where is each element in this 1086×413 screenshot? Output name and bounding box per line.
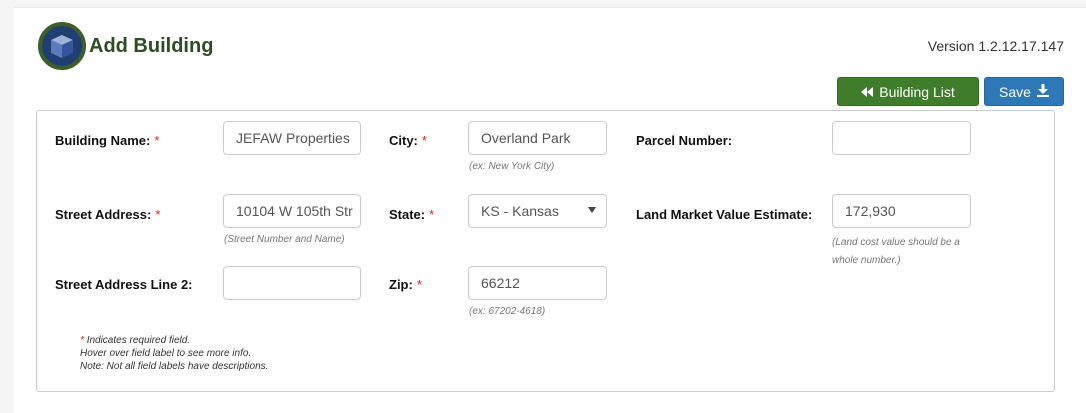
zip-label-text: Zip: [389, 277, 413, 292]
descriptions-note: Note: Not all field labels have descript… [80, 361, 269, 372]
city-help: (ex: New York City) [469, 161, 555, 172]
building-logo-icon [38, 22, 86, 70]
double-chevron-left-icon [861, 84, 874, 100]
save-button[interactable]: Save [984, 77, 1064, 106]
street-address-help: (Street Number and Name) [224, 234, 345, 245]
land-value-label-text: Land Market Value Estimate: [636, 207, 813, 222]
land-value-label: Land Market Value Estimate: [636, 207, 812, 222]
zip-value: 66212 [481, 275, 520, 291]
caret-down-icon [588, 207, 596, 213]
state-label-text: State: [389, 207, 426, 222]
land-value-input[interactable]: 172,930 [832, 194, 971, 228]
state-value: KS - Kansas [481, 203, 559, 219]
state-select[interactable]: KS - Kansas [468, 194, 607, 228]
save-label: Save [999, 83, 1031, 100]
page-title: Add Building [89, 34, 214, 57]
city-value: Overland Park [481, 130, 571, 146]
version-label: Version 1.2.12.17.147 [927, 38, 1064, 54]
page-header: Add Building [38, 22, 213, 70]
required-marker: * [155, 207, 161, 222]
top-strip [0, 0, 1086, 8]
street-address-value: 10104 W 105th Str [236, 203, 353, 219]
street-address-2-input[interactable] [223, 266, 361, 300]
download-icon [1036, 83, 1049, 100]
required-marker: * [421, 133, 427, 148]
parcel-number-input[interactable] [832, 121, 971, 155]
required-note-text: Indicates required field. [86, 335, 191, 346]
hover-note: Hover over field label to see more info. [80, 348, 252, 359]
city-input[interactable]: Overland Park [468, 121, 607, 155]
required-star: * [80, 335, 84, 346]
required-note: * Indicates required field. [80, 334, 268, 347]
building-name-label-text: Building Name: [55, 133, 151, 148]
building-name-label: Building Name: * [55, 133, 159, 148]
required-marker: * [154, 133, 160, 148]
form-notes: * Indicates required field. Hover over f… [80, 334, 268, 373]
zip-help: (ex: 67202-4618) [469, 306, 546, 317]
land-value-help-line-2: whole number.) [832, 255, 901, 266]
building-list-button[interactable]: Building List [837, 77, 979, 106]
land-value-help-line-1: (Land cost value should be a [832, 237, 960, 248]
state-label: State: * [389, 207, 434, 222]
required-marker: * [416, 277, 422, 292]
city-label-text: City: [389, 133, 418, 148]
land-value-value: 172,930 [845, 203, 896, 219]
land-value-help: (Land cost value should be a whole numbe… [832, 234, 960, 270]
building-name-input[interactable]: JEFAW Properties [223, 121, 361, 155]
street-address-label: Street Address: * [55, 207, 160, 222]
left-strip [0, 0, 14, 413]
required-marker: * [429, 207, 435, 222]
street-address-2-label: Street Address Line 2: [55, 277, 193, 292]
street-address-label-text: Street Address: [55, 207, 152, 222]
zip-label: Zip: * [389, 277, 422, 292]
street-address-2-label-text: Street Address Line 2: [55, 277, 193, 292]
parcel-number-label-text: Parcel Number: [636, 133, 733, 148]
page: Add Building Version 1.2.12.17.147 Build… [0, 0, 1086, 413]
street-address-input[interactable]: 10104 W 105th Str [223, 194, 361, 228]
city-label: City: * [389, 133, 427, 148]
parcel-number-label: Parcel Number: [636, 133, 732, 148]
zip-input[interactable]: 66212 [468, 266, 607, 300]
building-name-value: JEFAW Properties [236, 130, 350, 146]
building-list-label: Building List [879, 83, 955, 100]
